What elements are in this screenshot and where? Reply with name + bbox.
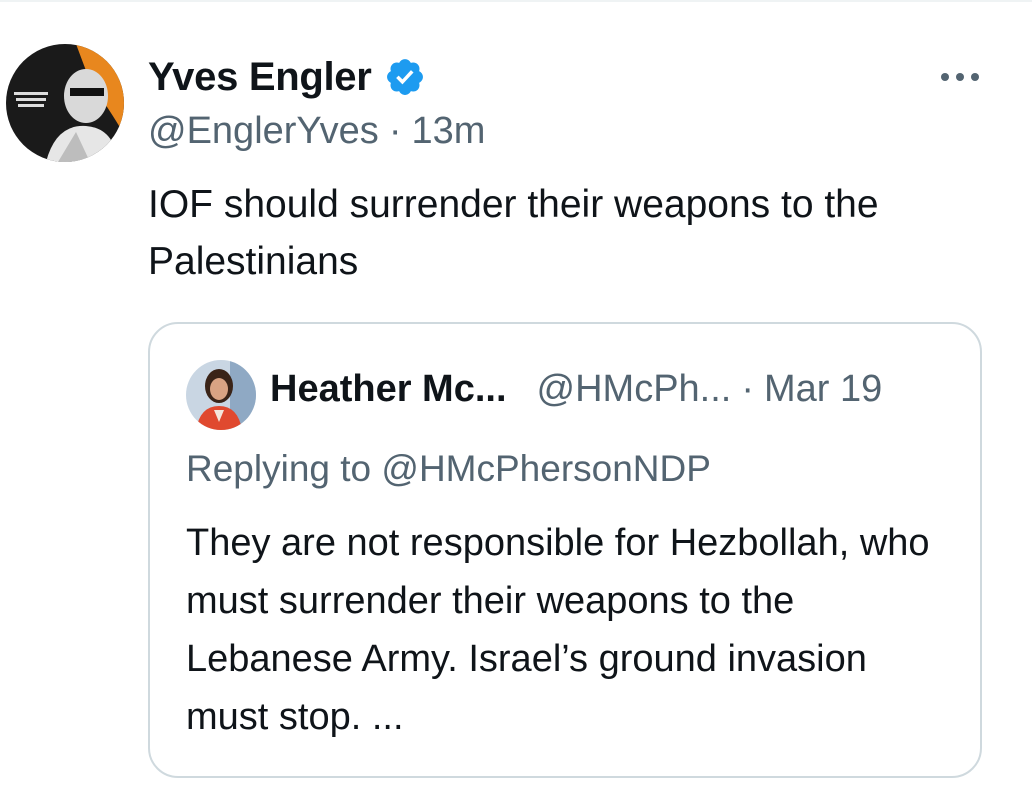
quoted-tweet-header: Heather Mc... @HMcPh... · Mar 19 [270, 368, 882, 411]
quoted-author-name: Heather Mc... [270, 368, 507, 410]
quoted-meta-separator: · [741, 368, 755, 410]
more-dot [956, 73, 964, 81]
quoted-tweet-date: Mar 19 [764, 368, 883, 410]
replying-to-label: Replying to @HMcPhersonNDP [186, 448, 711, 489]
verified-badge-icon[interactable] [384, 56, 426, 98]
quoted-tweet-text: They are not responsible for Hezbollah, … [186, 522, 930, 738]
tweet-meta: @EnglerYves · 13m [148, 110, 485, 153]
quoted-author-avatar[interactable] [186, 360, 256, 430]
more-dot [941, 73, 949, 81]
meta-separator: · [388, 110, 402, 152]
quoted-author-handle: @HMcPh... [536, 368, 732, 410]
tweet-text: IOF should surrender their weapons to th… [148, 183, 879, 283]
profile-photo-icon [186, 360, 256, 430]
more-options-icon[interactable] [930, 62, 990, 92]
more-dot [971, 73, 979, 81]
tweet-header: Yves Engler [148, 50, 426, 104]
tweet-timestamp[interactable]: 13m [411, 110, 485, 153]
top-divider [0, 0, 1032, 2]
author-avatar[interactable] [6, 44, 124, 162]
author-name[interactable]: Yves Engler [148, 55, 372, 100]
quoted-tweet[interactable]: Heather Mc... @HMcPh... · Mar 19 Replyin… [148, 322, 982, 778]
author-handle[interactable]: @EnglerYves [148, 110, 379, 153]
profile-photo-icon [6, 44, 124, 162]
